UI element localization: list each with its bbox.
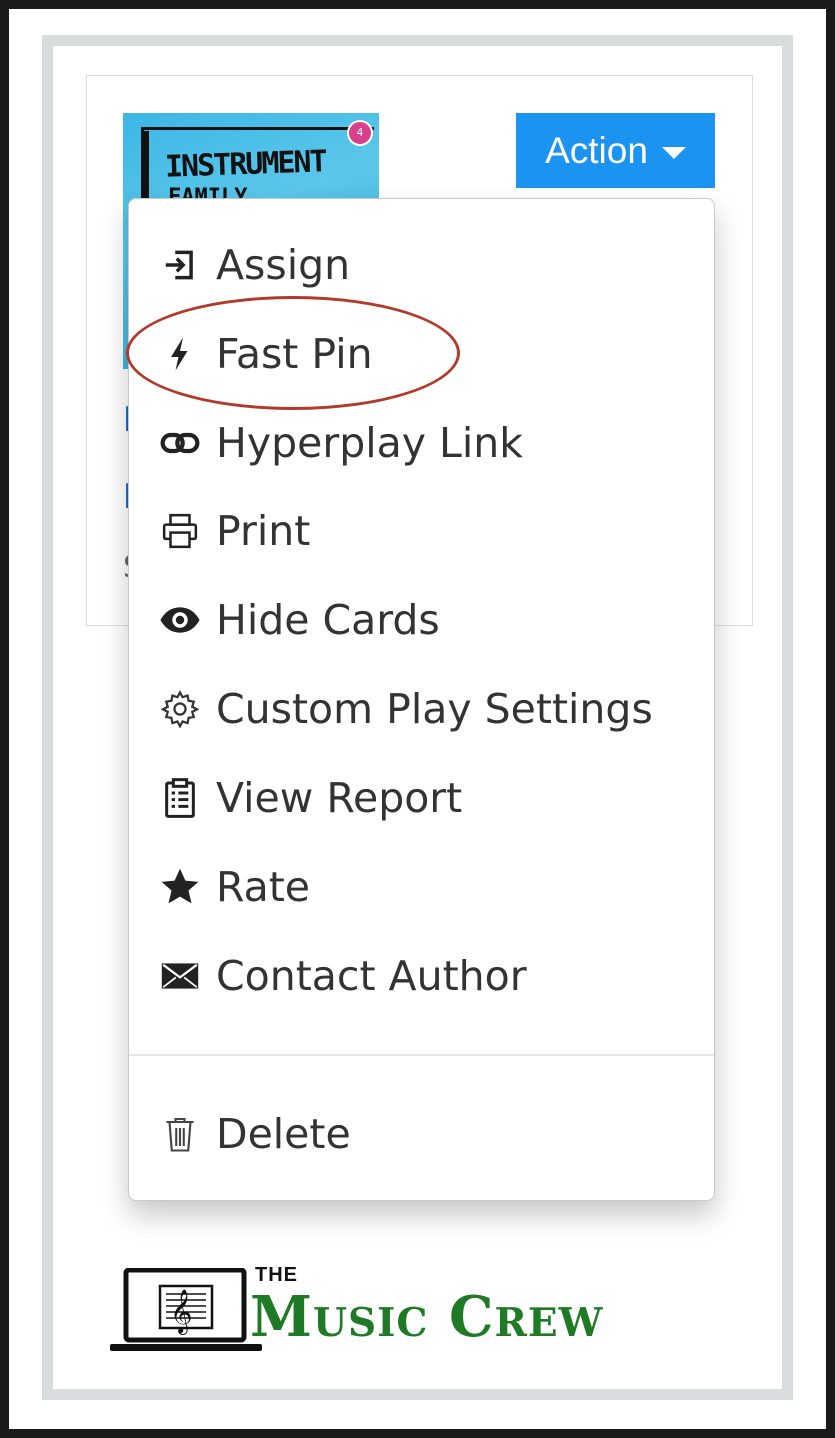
lightning-bolt-icon [158,336,202,372]
laptop-logo-icon: 𝄞 [110,1268,262,1351]
menu-item-fast-pin[interactable]: Fast Pin [129,314,714,394]
menu-divider [129,1054,714,1056]
menu-item-label: View Report [216,774,463,822]
logo-name-text: Music Crew [250,1284,604,1350]
action-button-label: Action [545,129,648,171]
menu-item-label: Print [216,507,311,555]
menu-item-print[interactable]: Print [129,491,714,571]
clipboard-icon [158,778,202,818]
star-icon [158,867,202,907]
link-icon [158,429,202,457]
menu-item-delete[interactable]: Delete [129,1094,714,1174]
menu-item-rate[interactable]: Rate [129,847,714,927]
caret-down-icon [661,146,686,159]
menu-item-label: Hide Cards [216,596,440,644]
menu-item-label: Contact Author [216,952,527,1000]
menu-item-label: Assign [216,241,351,289]
menu-item-label: Rate [216,863,311,911]
menu-item-assign[interactable]: Assign [129,225,714,305]
menu-item-hide-cards[interactable]: Hide Cards [129,580,714,660]
menu-item-view-report[interactable]: View Report [129,758,714,838]
action-dropdown-menu: Assign Fast Pin Hyperplay Link Print Hid… [128,198,715,1201]
music-crew-logo: 𝄞 THE Music Crew [110,1262,750,1362]
trash-icon [158,1115,202,1153]
thumbnail-badge: 4 [347,120,373,146]
menu-item-hyperplay-link[interactable]: Hyperplay Link [129,403,714,483]
thumbnail-title: INSTRUMENT [164,144,327,185]
sign-in-icon [158,246,202,284]
gear-icon [158,690,202,728]
menu-item-label: Custom Play Settings [216,685,653,733]
action-button[interactable]: Action [516,113,715,188]
printer-icon [158,512,202,550]
svg-text:𝄞: 𝄞 [170,1289,192,1335]
menu-item-label: Fast Pin [216,330,373,378]
menu-item-label: Hyperplay Link [216,419,523,467]
eye-icon [158,606,202,634]
menu-item-custom-play-settings[interactable]: Custom Play Settings [129,669,714,749]
menu-item-label: Delete [216,1110,351,1158]
menu-item-contact-author[interactable]: Contact Author [129,936,714,1016]
envelope-icon [158,962,202,990]
